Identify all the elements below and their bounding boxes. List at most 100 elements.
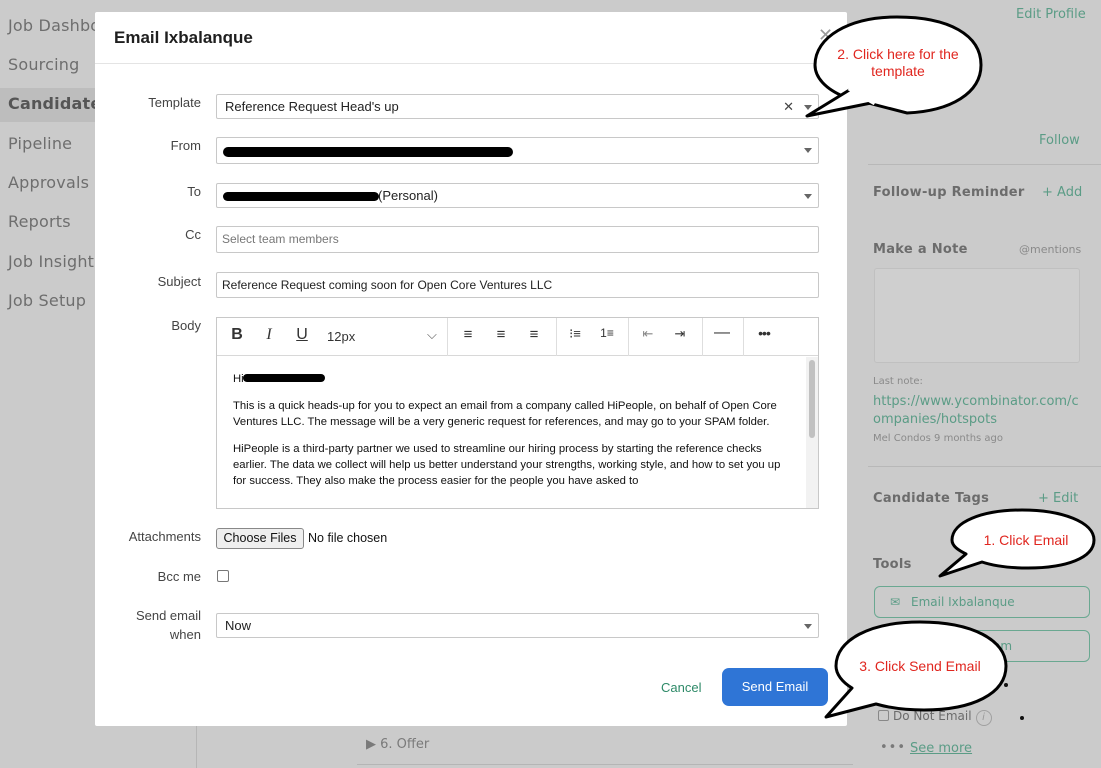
toolbar-separator [628,318,629,356]
last-note-link-line2: ompanies/hotspots [873,412,997,427]
bullet-list-icon[interactable]: ⁝≡ [564,326,586,342]
align-center-icon[interactable]: ≡ [490,326,512,343]
email-body-content[interactable]: Hi This is a quick heads-up for you to e… [217,357,806,508]
chevron-down-icon [804,194,812,199]
subject-label: Subject [157,274,201,289]
subject-value: Reference Request coming soon for Open C… [222,278,553,292]
chevron-down-icon [804,624,812,629]
template-value: Reference Request Head's up [225,99,399,114]
email-candidate-button[interactable]: ✉ Email Ixbalanque [874,586,1090,618]
see-more-link[interactable]: See more [910,741,972,756]
redaction-mark [223,147,513,157]
email-modal: Email Ixbalanque ✕ Template Reference Re… [95,12,847,726]
body-editor[interactable]: B I U 12px ⌵ ≡ ≡ ≡ ⁝≡ 1≡ ⇤ ⇥ — ••• Hi Th… [216,317,819,509]
note-textarea[interactable] [874,268,1080,363]
nav-item-reports[interactable]: Reports [8,212,71,231]
cc-placeholder: Select team members [222,232,339,246]
font-size-select[interactable]: 12px [327,329,355,344]
chevron-down-icon [804,105,812,110]
numbered-list-icon[interactable]: 1≡ [596,326,618,340]
last-note-link-line1: https://www.ycombinator.com/c [873,394,1079,409]
edit-profile-link[interactable]: Edit Profile [1016,7,1086,22]
italic-icon[interactable]: I [258,326,280,344]
send-when-value: Now [225,618,252,633]
toolbar-separator [702,318,703,356]
editor-toolbar: B I U 12px ⌵ ≡ ≡ ≡ ⁝≡ 1≡ ⇤ ⇥ — ••• [217,318,818,356]
template-select[interactable]: Reference Request Head's up ✕ [216,94,819,119]
tools-heading: Tools [873,557,912,572]
no-file-text: No file chosen [308,531,388,545]
team-tool-button[interactable]: am [874,630,1090,662]
redaction-mark [242,374,325,382]
toolbar-separator [447,318,448,356]
body-greeting: Hi [233,371,790,387]
nav-item-sourcing[interactable]: Sourcing [8,55,79,74]
nav-item-approvals[interactable]: Approvals [8,173,89,192]
body-paragraph: HiPeople is a third-party partner we use… [233,443,781,487]
bcc-label: Bcc me [157,569,201,584]
to-label: To [187,184,201,199]
greeting-text: Hi [233,373,244,385]
offer-stage-label: 6. Offer [380,737,430,752]
nav-item-pipeline[interactable]: Pipeline [8,134,72,153]
send-when-label-line2: when [169,627,201,642]
follow-link[interactable]: Follow [1039,133,1080,148]
followup-reminder-heading: Follow-up Reminder [873,185,1025,200]
to-select[interactable]: (Personal) [216,183,819,208]
from-label: From [170,138,201,153]
right-panel-divider [868,164,1101,165]
template-label: Template [148,95,201,110]
outdent-icon[interactable]: ⇤ [637,326,659,342]
send-email-button[interactable]: Send Email [722,668,828,706]
add-reminder-link[interactable]: + Add [1042,185,1082,200]
attachments-label: Attachments [128,529,201,544]
choose-files-button[interactable]: Choose Files [216,528,304,549]
offer-divider [357,764,853,765]
more-options-icon[interactable]: ••• [753,325,775,341]
to-value-suffix: (Personal) [378,188,438,203]
modal-title: Email Ixbalanque [114,28,253,47]
offer-stage-row[interactable]: ▶ 6. Offer [366,737,429,752]
editor-scrollbar-thumb[interactable] [809,360,815,438]
last-note-link[interactable]: https://www.ycombinator.com/c ompanies/h… [873,394,1079,427]
indent-icon[interactable]: ⇥ [669,326,691,342]
cc-input[interactable]: Select team members [216,226,819,253]
modal-divider [95,63,847,64]
chevron-down-icon [804,148,812,153]
do-not-email-label: Do Not Email [893,709,972,723]
toolbar-separator [556,318,557,356]
bcc-checkbox[interactable] [217,570,229,582]
horizontal-rule-icon[interactable]: — [711,324,733,342]
underline-icon[interactable]: U [291,326,313,344]
edit-tags-link[interactable]: + Edit [1038,491,1078,506]
from-select[interactable] [216,137,819,164]
email-candidate-label: Email Ixbalanque [911,595,1015,609]
status-dot [1004,683,1008,687]
bold-icon[interactable]: B [226,326,248,344]
send-when-label-line1: Send email [135,608,201,623]
last-note-meta: Mel Condos 9 months ago [873,433,1004,444]
make-note-heading: Make a Note [873,242,968,257]
clear-icon[interactable]: ✕ [783,95,794,118]
body-paragraph: This is a quick heads-up for you to expe… [233,400,777,428]
chevron-down-icon[interactable]: ⌵ [427,327,437,343]
subject-input[interactable]: Reference Request coming soon for Open C… [216,272,819,298]
main-divider [196,720,197,768]
nav-item-job-insights[interactable]: Job Insights [8,252,103,271]
close-icon[interactable]: ✕ [818,25,833,46]
cc-label: Cc [185,227,201,242]
align-left-icon[interactable]: ≡ [457,326,479,343]
do-not-email-checkbox[interactable] [878,710,889,721]
nav-item-job-dashboard[interactable]: Job Dashbo [8,16,100,35]
nav-item-job-setup[interactable]: Job Setup [8,291,86,310]
envelope-icon: ✉ [890,595,901,609]
cancel-button[interactable]: Cancel [661,680,701,695]
info-icon[interactable]: i [975,710,992,726]
team-tool-label: am [993,639,1013,653]
mentions-hint: @mentions [1019,243,1082,256]
redaction-mark [223,192,379,201]
candidate-tags-heading: Candidate Tags [873,491,990,506]
align-right-icon[interactable]: ≡ [523,326,545,343]
send-when-select[interactable]: Now [216,613,819,638]
send-when-label: Send email when [136,606,201,644]
